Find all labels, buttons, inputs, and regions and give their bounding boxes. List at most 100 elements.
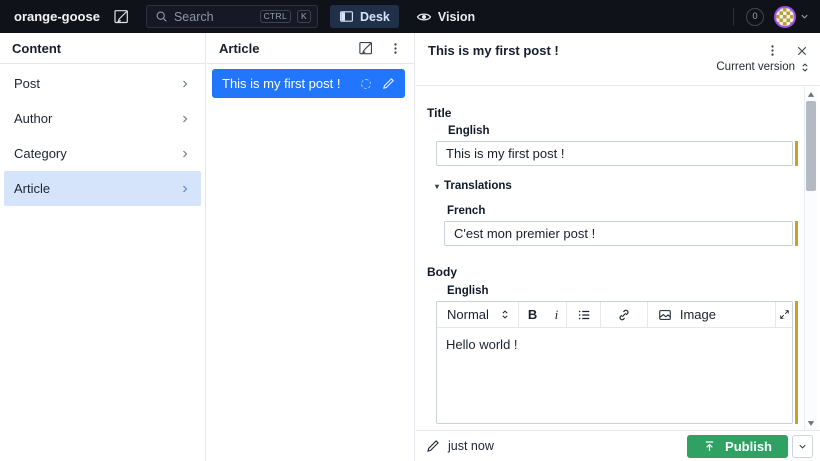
unpublished-status-icon — [361, 78, 371, 89]
bullet-list-icon — [577, 308, 591, 322]
article-list-pane: Article This is my first post ! — [207, 33, 415, 461]
user-avatar[interactable] — [774, 5, 796, 28]
search-icon — [155, 10, 168, 23]
chevron-right-icon — [179, 148, 191, 160]
expand-editor-button[interactable] — [776, 302, 792, 327]
user-menu-chevron-down-icon[interactable] — [799, 11, 810, 22]
list-item-first-post[interactable]: This is my first post ! — [212, 69, 405, 98]
publish-arrow-icon — [703, 440, 716, 453]
list-pane-header: Article — [207, 33, 414, 64]
list-pane-title: Article — [219, 40, 260, 56]
shortcut-key-ctrl: CTRL — [259, 9, 291, 24]
sidebar-item-post[interactable]: Post — [4, 66, 201, 101]
body-english-label: English — [447, 285, 489, 297]
body-rich-text-editor[interactable]: Normal B i Image Hello world ! — [436, 301, 793, 424]
text-style-select[interactable]: Normal — [437, 302, 518, 327]
version-label: Current version — [716, 61, 795, 73]
list-item-label: This is my first post ! — [222, 76, 341, 91]
sidebar-item-article[interactable]: Article — [4, 171, 201, 206]
title-english-label: English — [448, 125, 490, 137]
sidebar-item-label: Article — [14, 181, 51, 196]
tool-tabs: Desk Vision — [329, 5, 484, 28]
desk-panels-icon — [339, 9, 354, 24]
list-menu-button[interactable] — [389, 42, 402, 55]
sort-chevrons-icon — [500, 309, 510, 320]
workspace-title: orange-goose — [14, 9, 100, 24]
search-box[interactable]: CTRL K — [145, 5, 318, 28]
bold-button[interactable]: B — [519, 302, 547, 327]
changed-indicator-bar — [795, 221, 798, 246]
edit-pencil-icon — [426, 439, 440, 453]
chevron-right-icon — [179, 113, 191, 125]
changed-indicator-bar — [795, 141, 798, 166]
content-nav: Post Author Category Article — [0, 64, 205, 208]
title-english-input[interactable] — [436, 141, 793, 166]
eye-icon — [416, 9, 432, 25]
sidebar-item-label: Author — [14, 111, 53, 126]
publish-button[interactable]: Publish — [687, 434, 788, 458]
scroll-up-arrow-icon[interactable] — [805, 88, 817, 100]
body-field-label: Body — [427, 265, 457, 279]
insert-image-label: Image — [679, 307, 716, 322]
kebab-menu-icon — [766, 44, 779, 57]
version-selector[interactable]: Current version — [716, 61, 810, 73]
scroll-down-arrow-icon[interactable] — [805, 417, 817, 429]
link-button[interactable] — [601, 302, 647, 327]
close-pane-button[interactable] — [796, 45, 808, 57]
collapse-triangle-icon: ▾ — [435, 181, 440, 191]
search-input[interactable] — [173, 9, 254, 24]
document-pane: This is my first post ! Current version … — [416, 33, 820, 461]
italic-button[interactable]: i — [546, 302, 566, 327]
last-edited-time: just now — [448, 439, 494, 453]
last-edited-status: just now — [426, 439, 494, 453]
document-header: This is my first post ! Current version — [416, 33, 820, 86]
sidebar-item-label: Category — [14, 146, 67, 161]
document-footer: just now Publish — [416, 430, 820, 461]
tab-vision[interactable]: Vision — [407, 5, 484, 28]
link-icon — [617, 308, 631, 322]
title-field-label: Title — [427, 106, 452, 120]
studio-app: orange-goose CTRL K — [0, 0, 820, 461]
topbar: orange-goose CTRL K — [0, 0, 820, 33]
document-title: This is my first post ! — [428, 43, 559, 58]
chevron-right-icon — [179, 78, 191, 90]
notifications-badge[interactable]: 0 — [746, 7, 764, 26]
changed-indicator-bar — [795, 301, 798, 424]
translations-toggle[interactable]: ▾ Translations — [435, 180, 512, 192]
chevron-right-icon — [179, 183, 191, 195]
sidebar-item-category[interactable]: Category — [4, 136, 201, 171]
text-style-value: Normal — [447, 307, 489, 322]
title-french-input[interactable] — [444, 221, 793, 246]
draft-pencil-icon — [382, 77, 395, 90]
tab-desk[interactable]: Desk — [329, 5, 399, 28]
shortcut-key-k: K — [296, 9, 311, 24]
document-menu-button[interactable] — [766, 44, 779, 57]
sort-chevrons-icon — [800, 62, 810, 73]
publish-menu-button[interactable] — [792, 434, 813, 458]
create-article-button[interactable] — [358, 40, 374, 56]
chevron-down-icon — [797, 441, 808, 452]
expand-arrows-icon — [779, 309, 790, 320]
close-icon — [796, 45, 808, 57]
tab-desk-label: Desk — [359, 9, 390, 24]
sidebar-item-author[interactable]: Author — [4, 101, 201, 136]
new-document-button[interactable] — [113, 8, 130, 25]
sidebar-header: Content — [0, 33, 205, 64]
french-label: French — [447, 205, 486, 217]
scrollbar-thumb[interactable] — [806, 101, 816, 191]
form-scrollbar[interactable] — [804, 87, 817, 430]
content-sidebar: Content Post Author Category Article — [0, 33, 206, 461]
topbar-divider — [733, 7, 734, 26]
bullet-list-button[interactable] — [567, 302, 600, 327]
editor-toolbar: Normal B i Image — [437, 302, 792, 328]
body-text[interactable]: Hello world ! — [437, 328, 792, 361]
image-icon — [658, 308, 672, 322]
compose-icon — [358, 40, 374, 56]
publish-label: Publish — [725, 438, 772, 454]
article-list: This is my first post ! — [207, 64, 414, 98]
compose-icon — [113, 8, 130, 25]
translations-label: Translations — [444, 180, 512, 192]
tab-vision-label: Vision — [437, 9, 476, 24]
sidebar-item-label: Post — [14, 76, 41, 91]
insert-image-button[interactable]: Image — [648, 302, 775, 327]
